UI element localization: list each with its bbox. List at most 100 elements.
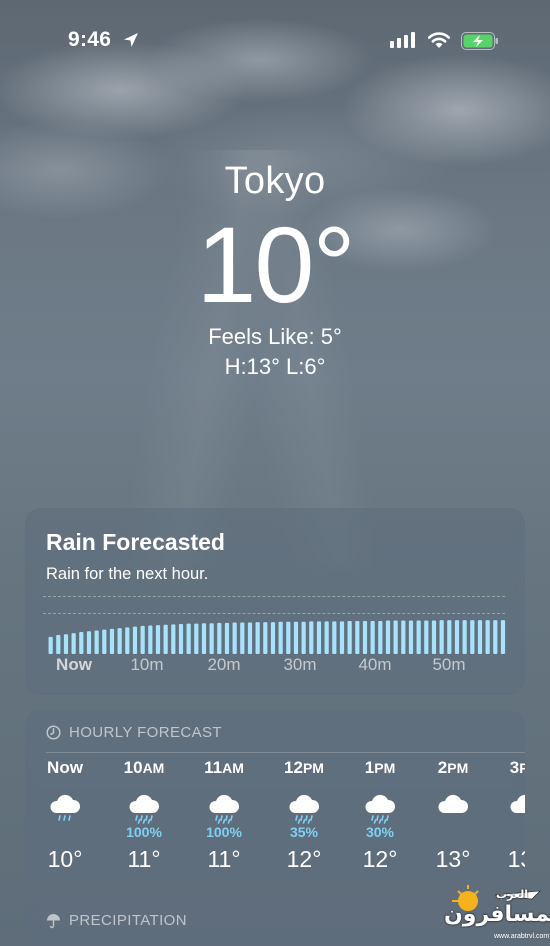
- precipitation-bar: [224, 622, 230, 654]
- hour-label: 10AM: [123, 758, 165, 777]
- precipitation-bar: [370, 620, 375, 654]
- precipitation-bar: [355, 620, 360, 654]
- precipitation-label: PRECIPITATION: [69, 912, 187, 929]
- time-axis-label: 50m: [432, 655, 466, 674]
- precip-chance: 35%: [289, 824, 319, 840]
- chart-gridline: [43, 613, 505, 614]
- precipitation-bar: [293, 621, 299, 654]
- hour-temperature: 12°: [286, 846, 322, 872]
- time-axis-label: 20m: [207, 655, 241, 674]
- precipitation-bar: [500, 620, 506, 654]
- precipitation-bar: [408, 620, 414, 654]
- hourly-item[interactable]: Now 10°: [25, 758, 105, 873]
- precipitation-header: PRECIPITATION: [46, 912, 187, 929]
- precip-chance: [413, 824, 493, 840]
- location-arrow-icon: [124, 33, 138, 47]
- hourly-scroll-row[interactable]: Now 10° 10AM 100% 11° 11AM 100% 11° 12PM 35% 12° 1P…: [25, 758, 525, 883]
- hourly-item[interactable]: 1PM 30% 12°: [340, 758, 420, 873]
- cloud-heavy-rain-icon: [104, 788, 184, 824]
- hour-temperature: 11°: [127, 846, 161, 872]
- precipitation-bar: [86, 631, 92, 654]
- precipitation-bar: [462, 620, 467, 654]
- precipitation-bar: [79, 631, 84, 654]
- precipitation-bar: [263, 622, 268, 654]
- precipitation-bar: [286, 621, 291, 654]
- divider: [46, 752, 525, 753]
- rain-forecast-card[interactable]: Rain Forecasted Rain for the next hour. …: [25, 508, 525, 695]
- time-axis-label: 40m: [358, 655, 392, 674]
- hourly-forecast-card[interactable]: HOURLY FORECAST Now 10° 10AM 100% 11° 11AM 100…: [25, 710, 525, 883]
- precipitation-bar: [201, 623, 207, 654]
- hour-temperature: 10°: [47, 846, 83, 872]
- hour-label: 3PM: [509, 758, 525, 777]
- precipitation-bar: [378, 620, 383, 654]
- battery-charging-icon: [461, 32, 498, 50]
- cloud-heavy-rain-icon: [340, 788, 420, 824]
- high-low: H:13° L:6°: [224, 354, 326, 379]
- precipitation-bar: [155, 625, 161, 654]
- precipitation-bar: [309, 621, 314, 654]
- precipitation-bar: [132, 626, 138, 654]
- hour-label: Now: [47, 758, 83, 777]
- precipitation-bar: [278, 621, 283, 654]
- precipitation-bar: [416, 620, 421, 654]
- precipitation-bar: [232, 622, 237, 654]
- watermark-text-small: العرب: [496, 889, 529, 901]
- minute-precipitation-chart: [48, 620, 506, 654]
- hourly-item[interactable]: 12PM 35% 12°: [264, 758, 344, 873]
- precipitation-bar: [401, 620, 406, 654]
- cellular-signal-icon: [390, 32, 415, 48]
- hour-temperature: 13°: [507, 846, 525, 872]
- cloud-rain-icon: [25, 788, 105, 824]
- precipitation-bar: [447, 620, 452, 654]
- precipitation-bar: [48, 636, 53, 654]
- precipitation-bar: [148, 625, 153, 654]
- watermark-url: www.arabtrvl.com: [494, 933, 550, 940]
- cloud-icon: [413, 788, 493, 824]
- precipitation-bar: [163, 624, 168, 654]
- watermark-text: المسافرون: [444, 902, 550, 927]
- precipitation-bar: [247, 622, 253, 654]
- precipitation-bar: [332, 621, 337, 654]
- precipitation-bar: [477, 620, 483, 654]
- wifi-icon: [427, 32, 451, 48]
- precipitation-bar: [431, 620, 437, 654]
- hourly-item[interactable]: 11AM 100% 11°: [184, 758, 264, 873]
- precipitation-bar: [209, 623, 214, 654]
- precipitation-bar: [56, 635, 61, 654]
- precipitation-bar: [316, 621, 322, 654]
- precipitation-bar: [270, 622, 276, 654]
- precipitation-bar: [186, 623, 191, 654]
- hourly-forecast-header: HOURLY FORECAST: [46, 724, 222, 741]
- minute-time-axis: Now 10m 20m 30m 40m 50m: [25, 655, 525, 681]
- precip-chance: [485, 824, 525, 840]
- precipitation-bar: [454, 620, 460, 654]
- rain-card-title: Rain Forecasted: [46, 529, 225, 555]
- precipitation-bar: [385, 620, 391, 654]
- status-bar: 9:46: [0, 0, 550, 84]
- hourly-item[interactable]: 10AM 100% 11°: [104, 758, 184, 873]
- hourly-item[interactable]: 3PM 13°: [485, 758, 525, 873]
- precipitation-bar: [178, 623, 184, 654]
- hour-temperature: 13°: [435, 846, 471, 872]
- hour-label: 11AM: [204, 758, 244, 777]
- precipitation-bar: [324, 621, 329, 654]
- cloud-icon: [485, 788, 525, 824]
- time-axis-label: 30m: [283, 655, 317, 674]
- city-name: Tokyo: [224, 160, 326, 202]
- hour-label: 1PM: [364, 758, 396, 777]
- hourly-item[interactable]: 2PM 13°: [413, 758, 493, 873]
- current-temperature: 10°: [196, 204, 355, 325]
- feels-like: Feels Like: 5°: [208, 324, 342, 349]
- rain-card-subtitle: Rain for the next hour.: [46, 565, 209, 583]
- clock-icon: [46, 725, 61, 740]
- cloud-heavy-rain-icon: [184, 788, 264, 824]
- precipitation-bar: [493, 620, 498, 654]
- hour-label: 12PM: [284, 758, 324, 777]
- precipitation-bar: [362, 620, 368, 654]
- umbrella-icon: [47, 913, 60, 928]
- precipitation-bar: [140, 625, 145, 654]
- precipitation-bar: [117, 628, 122, 654]
- precipitation-bar: [424, 620, 429, 654]
- status-time: 9:46: [68, 28, 112, 51]
